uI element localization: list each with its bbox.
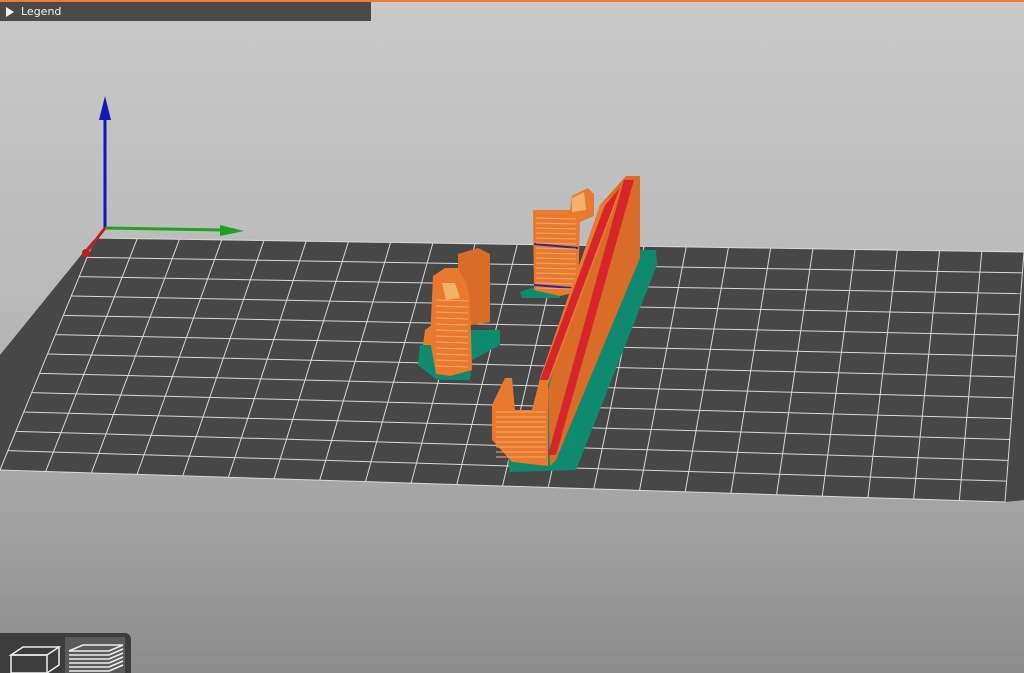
- 3d-view-button[interactable]: [3, 637, 63, 673]
- preview-button[interactable]: [65, 637, 125, 673]
- triangle-right-icon: [6, 6, 14, 17]
- cube-icon: [8, 646, 62, 673]
- legend-label: Legend: [21, 5, 62, 18]
- layers-icon: [68, 644, 124, 672]
- layer-lines-right: [535, 217, 577, 290]
- 3d-viewport[interactable]: [0, 0, 1024, 673]
- x-axis-arrowhead: [220, 225, 244, 236]
- x-axis-line: [104, 226, 223, 232]
- z-axis-arrowhead: [99, 96, 111, 120]
- legend-toggle[interactable]: Legend: [0, 2, 371, 21]
- view-mode-toolbar: [0, 633, 131, 673]
- y-axis-end: [82, 249, 90, 257]
